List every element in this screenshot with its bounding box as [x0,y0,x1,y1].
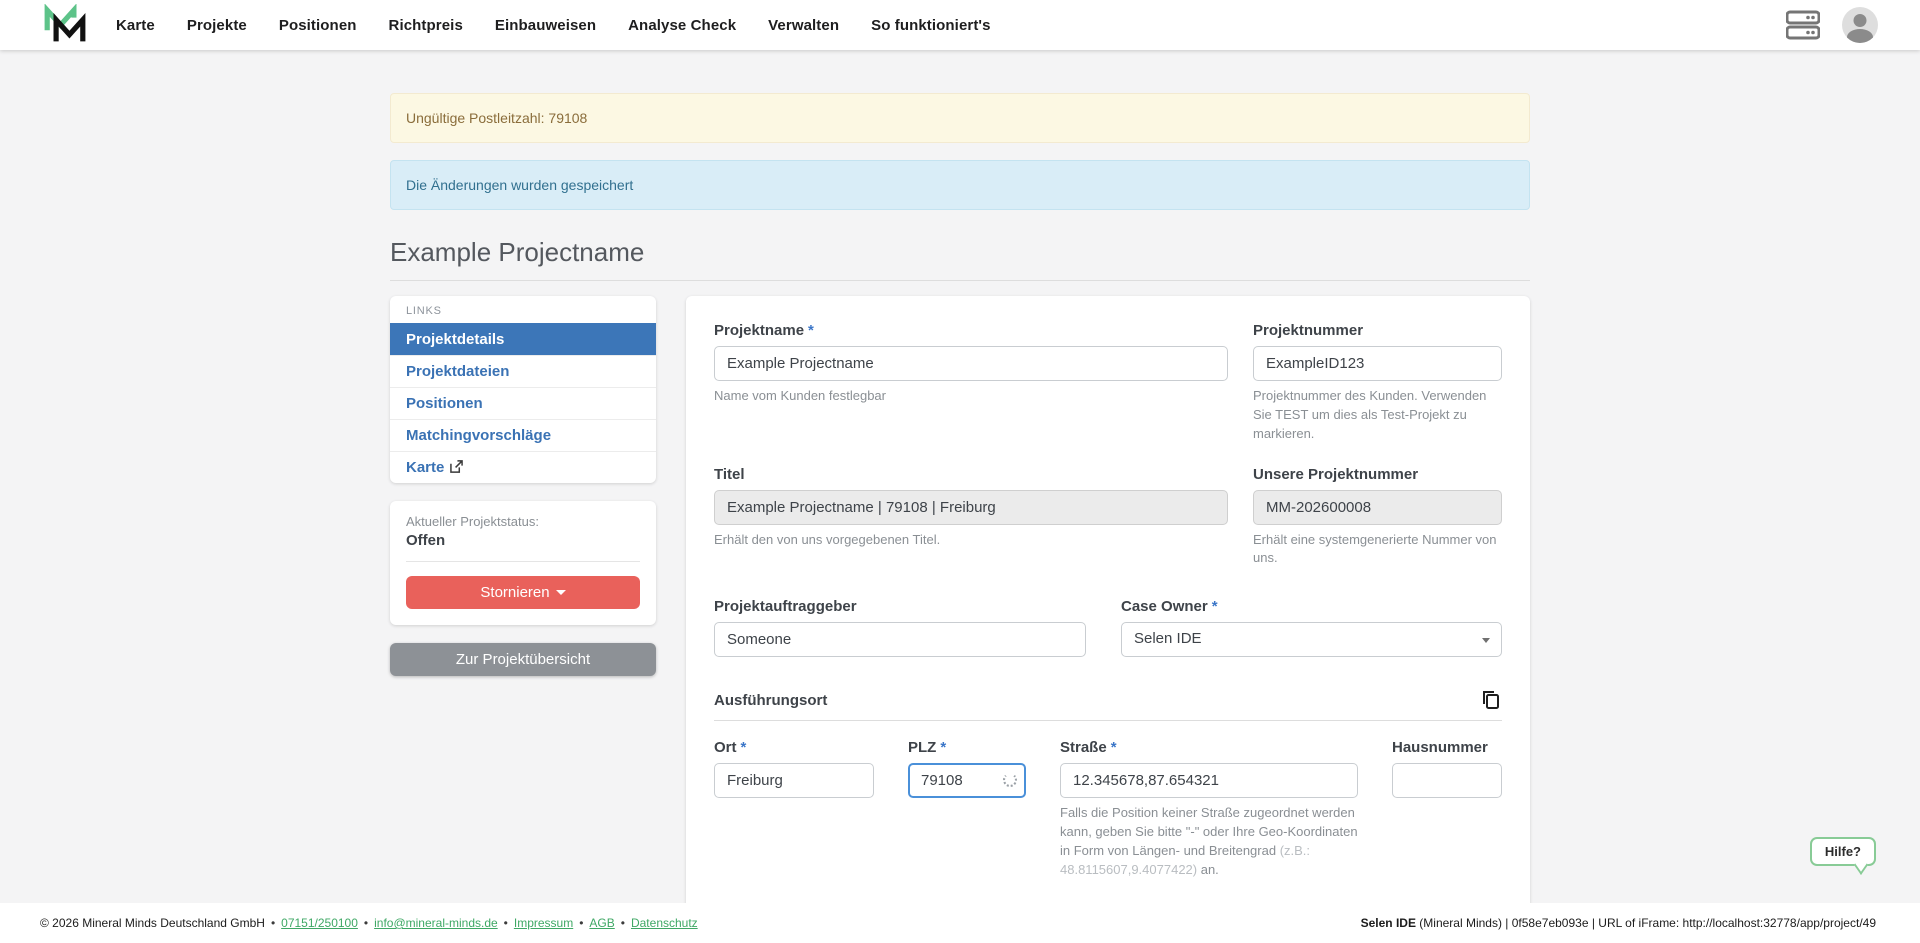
footer-email-link[interactable]: info@mineral-minds.de [374,916,498,930]
nav-item-projekte[interactable]: Projekte [187,17,247,34]
mineral-minds-logo[interactable] [42,4,88,46]
ort-input[interactable] [714,763,874,798]
projektnummer-label: Projektnummer [1253,322,1502,339]
help-button[interactable]: Hilfe? [1810,837,1876,866]
case-owner-select[interactable]: Selen IDE [1121,622,1502,657]
ort-label: Ort [714,739,874,756]
footer-phone-link[interactable]: 07151/250100 [281,916,358,930]
strasse-help: Falls die Position keiner Straße zugeord… [1060,804,1358,879]
projektnummer-input[interactable] [1253,346,1502,381]
external-link-icon [450,460,463,473]
titel-help: Erhält den von uns vorgegebenen Titel. [714,531,1228,550]
nav-item-analyse-check[interactable]: Analyse Check [628,17,736,34]
footer-agb-link[interactable]: AGB [589,916,614,930]
user-avatar-icon[interactable] [1842,7,1878,43]
sidebar-item-karte[interactable]: Karte [390,451,656,483]
sidebar-item-projektdateien[interactable]: Projektdateien [390,355,656,387]
projektname-label: Projektname [714,322,1228,339]
footer: © 2026 Mineral Minds Deutschland GmbH • … [0,903,1920,943]
nav-item-einbauweisen[interactable]: Einbauweisen [495,17,596,34]
hausnummer-input[interactable] [1392,763,1502,798]
project-details-form: Projektname Name vom Kunden festlegbar P… [686,296,1530,943]
hausnummer-label: Hausnummer [1392,739,1502,756]
nav-item-karte[interactable]: Karte [116,17,155,34]
sidebar: LINKS Projektdetails Projektdateien Posi… [390,296,656,676]
footer-impressum-link[interactable]: Impressum [514,916,573,930]
footer-datenschutz-link[interactable]: Datenschutz [631,916,698,930]
copy-address-button[interactable] [1480,689,1502,711]
project-overview-button[interactable]: Zur Projektübersicht [390,643,656,676]
nav-item-positionen[interactable]: Positionen [279,17,357,34]
projektname-help: Name vom Kunden festlegbar [714,387,1228,406]
top-navbar: Karte Projekte Positionen Richtpreis Ein… [0,0,1920,50]
sidebar-item-positionen[interactable]: Positionen [390,387,656,419]
unsere-projektnummer-help: Erhält eine systemgenerierte Nummer von … [1253,531,1502,569]
status-badge: Offen [406,532,640,549]
nav-item-verwalten[interactable]: Verwalten [768,17,839,34]
info-alert: Die Änderungen wurden gespeichert [390,160,1530,210]
links-header: LINKS [390,296,656,323]
session-info: Selen IDE (Mineral Minds) | 0f58e7eb093e… [1361,916,1876,930]
nav-item-so-funktionierts[interactable]: So funktioniert's [871,17,990,34]
links-card: LINKS Projektdetails Projektdateien Posi… [390,296,656,483]
titel-input [714,490,1228,525]
select-caret-icon [1482,638,1490,643]
ausfuehrungsort-heading: Ausführungsort [714,692,827,709]
page-container: Ungültige Postleitzahl: 79108 Die Änderu… [390,0,1530,943]
projektname-input[interactable] [714,346,1228,381]
main-nav: Karte Projekte Positionen Richtpreis Ein… [116,17,991,34]
copy-icon [1480,689,1502,711]
strasse-input[interactable] [1060,763,1358,798]
case-owner-label: Case Owner [1121,598,1502,615]
page-title: Example Projectname [390,237,1530,281]
unsere-projektnummer-input [1253,490,1502,525]
copyright-text: © 2026 Mineral Minds Deutschland GmbH [40,916,265,930]
projektauftraggeber-label: Projektauftraggeber [714,598,1086,615]
status-card: Aktueller Projektstatus: Offen Storniere… [390,501,656,625]
projektauftraggeber-input[interactable] [714,622,1086,657]
server-icon[interactable] [1786,10,1820,40]
status-label: Aktueller Projektstatus: [406,514,640,529]
cancel-project-button[interactable]: Stornieren [406,576,640,609]
plz-label: PLZ [908,739,1026,756]
warning-alert: Ungültige Postleitzahl: 79108 [390,93,1530,143]
sidebar-item-matchingvorschlaege[interactable]: Matchingvorschläge [390,419,656,451]
projektnummer-help: Projektnummer des Kunden. Verwenden Sie … [1253,387,1502,444]
nav-item-richtpreis[interactable]: Richtpreis [389,17,463,34]
strasse-label: Straße [1060,739,1358,756]
unsere-projektnummer-label: Unsere Projektnummer [1253,466,1502,483]
titel-label: Titel [714,466,1228,483]
sidebar-item-projektdetails[interactable]: Projektdetails [390,323,656,355]
chevron-down-icon [556,590,566,595]
